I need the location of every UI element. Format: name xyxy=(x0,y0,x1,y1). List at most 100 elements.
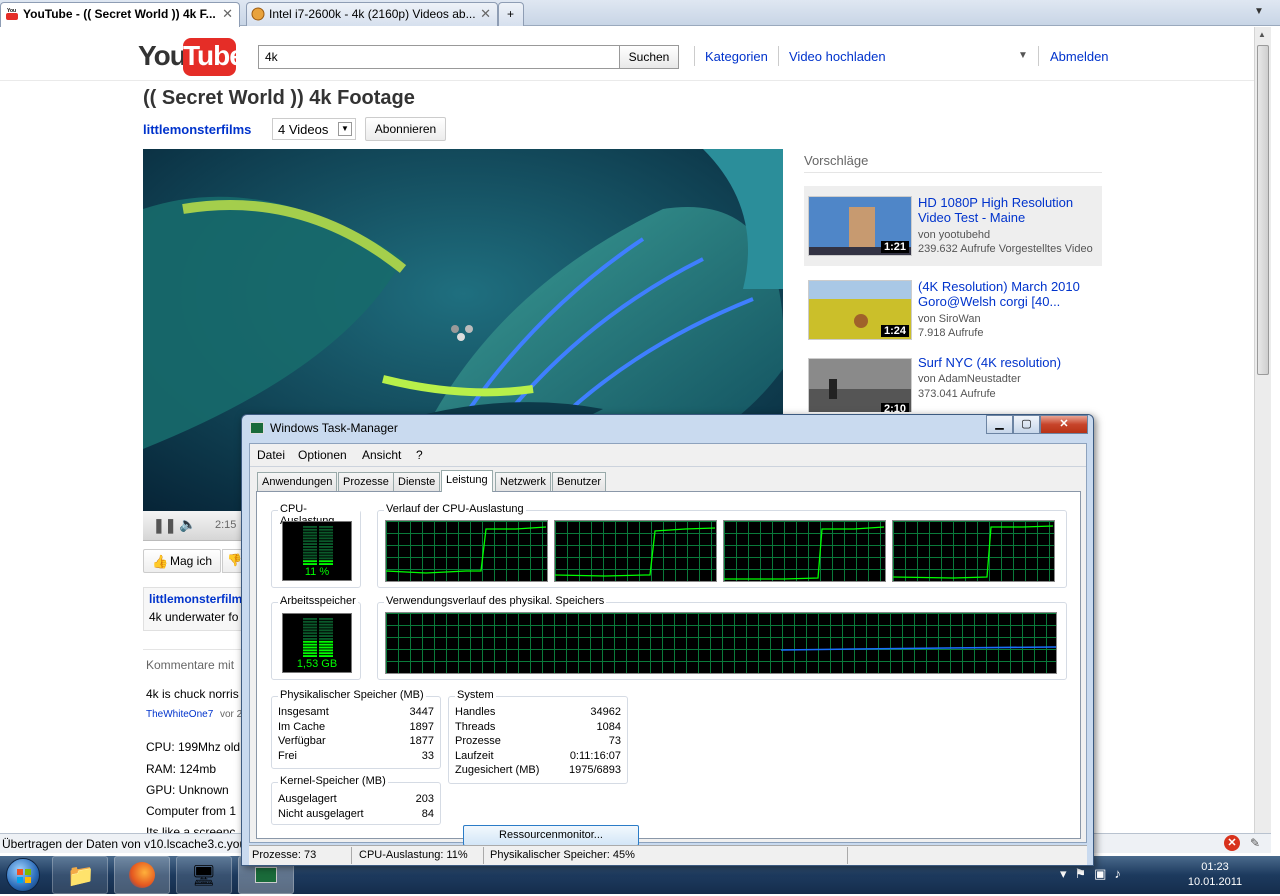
categories-link[interactable]: Kategorien xyxy=(705,49,768,64)
performance-page: CPU-Auslastung 11 % Verlauf der CPU-Ausl… xyxy=(256,491,1081,846)
stat-value: 1084 xyxy=(596,721,621,733)
cpu-core-graph xyxy=(892,520,1055,582)
tab-users[interactable]: Benutzer xyxy=(552,472,607,491)
suggestion-author: von AdamNeustadter xyxy=(918,373,1021,385)
video-duration: 2:10 xyxy=(880,403,909,412)
logout-link[interactable]: Abmelden xyxy=(1050,49,1109,64)
firefox-taskbar-button[interactable] xyxy=(114,856,170,894)
task-manager-window[interactable]: Windows Task-Manager ▁ ▢ ✕ Datei Optione… xyxy=(241,414,1094,866)
player-time: 2:15 xyxy=(215,519,237,531)
search-button[interactable]: Suchen xyxy=(619,45,679,69)
suggestion-item[interactable]: 1:24 (4K Resolution) March 2010 Goro@Wel… xyxy=(804,272,1102,352)
memory-history-label: Verwendungsverlauf des physikal. Speiche… xyxy=(384,595,607,607)
volume-icon[interactable]: 🔈 xyxy=(179,516,196,533)
stat-label: Handles xyxy=(455,706,496,718)
search-input[interactable] xyxy=(258,45,620,69)
taskbar-clock[interactable]: 01:23 10.01.2011 xyxy=(1180,860,1250,890)
memory-history-line xyxy=(780,646,1057,651)
tab-network[interactable]: Netzwerk xyxy=(495,472,551,491)
tab-services[interactable]: Dienste xyxy=(393,472,441,491)
suggestion-thumbnail[interactable]: 2:10 xyxy=(808,358,912,412)
tab-intel[interactable]: Intel i7-2600k - 4k (2160p) Videos ab...… xyxy=(246,2,498,26)
cpu-level-bar-segment xyxy=(303,531,317,534)
cpu-level-bar-segment xyxy=(303,557,317,560)
suggestion-title-link[interactable]: (4K Resolution) March 2010 Goro@Welsh co… xyxy=(918,279,1098,309)
close-tab-icon[interactable]: ✕ xyxy=(480,6,491,22)
stat-value: 33 xyxy=(421,750,434,762)
memory-level-bar-segment xyxy=(319,655,333,657)
explorer-taskbar-button[interactable]: 📁 xyxy=(52,856,108,894)
menu-view[interactable]: Ansicht xyxy=(362,448,401,462)
menu-help[interactable]: ? xyxy=(416,448,423,462)
cpu-level-bar-segment xyxy=(303,563,317,565)
description-user-link[interactable]: littlemonsterfilm xyxy=(149,592,242,606)
addon-icon[interactable]: ✎ xyxy=(1250,836,1260,850)
page-scrollbar[interactable]: ▲ xyxy=(1254,27,1271,833)
new-tab-button[interactable]: + xyxy=(498,2,524,26)
tab-processes[interactable]: Prozesse xyxy=(338,472,394,491)
tab-applications[interactable]: Anwendungen xyxy=(257,472,338,491)
comment-line: GPU: Unknown xyxy=(146,783,229,797)
svg-text:You: You xyxy=(7,8,16,14)
upload-link[interactable]: Video hochladen xyxy=(789,49,886,64)
videos-count-label: 4 Videos xyxy=(278,122,329,137)
stop-icon[interactable]: ✕ xyxy=(1224,835,1240,851)
cpu-level-bar-segment xyxy=(303,551,317,554)
cpu-core-line xyxy=(554,527,716,577)
menu-file[interactable]: Datei xyxy=(257,448,285,462)
stat-value: 0:11:16:07 xyxy=(569,750,621,762)
youtube-logo[interactable]: You Tube xyxy=(138,38,245,76)
remote-taskbar-button[interactable]: 🖥 xyxy=(176,856,232,894)
channel-videos-dropdown[interactable]: 4 Videos ▼ xyxy=(272,118,356,140)
maximize-icon[interactable]: ▢ xyxy=(1013,415,1040,434)
stat-value: 203 xyxy=(415,793,434,805)
description-box: littlemonsterfilm 4k underwater fo xyxy=(143,587,245,631)
channel-link[interactable]: littlemonsterfilms xyxy=(143,122,251,137)
stat-value: 1975/6893 xyxy=(569,764,621,776)
scroll-up-icon[interactable]: ▲ xyxy=(1258,30,1266,39)
tab-label: Intel i7-2600k - 4k (2160p) Videos ab... xyxy=(269,7,476,21)
firefox-icon xyxy=(129,862,155,888)
suggestion-item[interactable]: 1:21 HD 1080P High Resolution Video Test… xyxy=(804,186,1102,266)
stat-label: Verfügbar xyxy=(278,735,326,747)
system-tray-icons[interactable]: ▾⚑▣♪ xyxy=(1060,866,1170,886)
cpu-level-bar-segment xyxy=(319,537,333,540)
cpu-core-line xyxy=(385,526,547,574)
cpu-level-bar-segment xyxy=(303,537,317,540)
cpu-level-bar-segment xyxy=(303,543,317,545)
status-text: Übertragen der Daten von v10.lscache3.c.… xyxy=(2,837,257,851)
suggestion-item[interactable]: 2:10 Surf NYC (4K resolution) von AdamNe… xyxy=(804,350,1102,412)
like-button[interactable]: 👍 Mag ich xyxy=(143,549,221,573)
player-controls: ❚❚ 🔈 2:15 xyxy=(143,511,243,541)
suggestion-thumbnail[interactable]: 1:24 xyxy=(808,280,912,340)
tab-performance[interactable]: Leistung xyxy=(441,470,493,492)
divider xyxy=(694,46,695,66)
comments-header: Kommentare mit xyxy=(146,658,235,672)
cpu-level-bar-segment xyxy=(319,548,333,551)
minimize-icon[interactable]: ▁ xyxy=(986,415,1013,434)
cpu-level-bar-segment xyxy=(303,546,317,548)
subscribe-button[interactable]: Abonnieren xyxy=(365,117,446,141)
tab-youtube[interactable]: You YouTube - (( Secret World )) 4k F...… xyxy=(0,2,240,27)
pause-icon[interactable]: ❚❚ xyxy=(153,517,176,534)
cpu-level-bar-segment xyxy=(319,526,333,528)
stat-value: 84 xyxy=(421,808,434,820)
close-tab-icon[interactable]: ✕ xyxy=(222,6,233,22)
account-dropdown-icon[interactable]: ▼ xyxy=(1018,50,1028,61)
suggestion-title-link[interactable]: Surf NYC (4K resolution) xyxy=(918,355,1098,370)
close-icon[interactable]: ✕ xyxy=(1040,415,1088,434)
scrollbar-thumb[interactable] xyxy=(1257,45,1269,375)
comment-text: 4k is chuck norris xyxy=(146,687,239,701)
resource-monitor-button[interactable]: Ressourcenmonitor... xyxy=(463,825,639,846)
cpu-core-line xyxy=(892,525,1054,579)
cpu-level-bar-segment xyxy=(319,543,333,545)
menu-options[interactable]: Optionen xyxy=(298,448,347,462)
cpu-level-bar-segment xyxy=(319,551,333,554)
memory-level-bar-segment xyxy=(319,629,333,632)
cpu-core-graph xyxy=(554,520,717,582)
suggestion-thumbnail[interactable]: 1:21 xyxy=(808,196,912,256)
suggestion-title-link[interactable]: HD 1080P High Resolution Video Test - Ma… xyxy=(918,195,1098,225)
start-button[interactable] xyxy=(6,858,40,892)
tab-list-icon[interactable]: ▼ xyxy=(1254,6,1266,18)
comment-user-link[interactable]: TheWhiteOne7 xyxy=(146,709,213,720)
